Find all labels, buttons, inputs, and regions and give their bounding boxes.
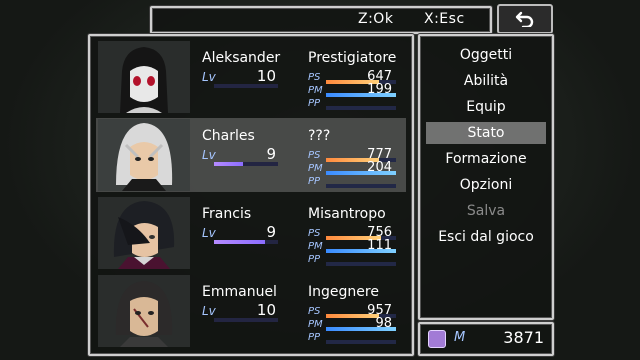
exp-gauge <box>214 84 278 88</box>
mp-gauge: PM 111 <box>308 238 396 255</box>
portrait-francis <box>98 197 190 269</box>
mp-label: PM <box>308 85 323 96</box>
menu-item-options[interactable]: Opzioni <box>426 174 546 196</box>
mp-value: 204 <box>367 160 392 175</box>
menu-item-status[interactable]: Stato <box>426 122 546 144</box>
level-value: 10 <box>256 67 276 85</box>
hp-label: PS <box>308 306 321 317</box>
level-label: Lv <box>202 70 216 84</box>
mp-label: PM <box>308 319 323 330</box>
party-member-emmanuel[interactable]: Emmanuel Lv 10 Ingegnere PS 957 PM 98 PP <box>96 274 406 348</box>
pp-gauge: PP <box>308 176 396 190</box>
level-label: Lv <box>202 304 216 318</box>
mp-value: 98 <box>375 316 392 331</box>
cancel-hint: X:Esc <box>424 11 465 27</box>
exp-gauge <box>214 162 278 166</box>
member-class: Misantropo <box>308 206 386 222</box>
exp-gauge <box>214 240 278 244</box>
level-value: 9 <box>266 223 276 241</box>
portrait-charles <box>98 119 190 191</box>
member-name: Aleksander <box>202 50 281 66</box>
mp-value: 199 <box>367 82 392 97</box>
currency-gem-icon <box>428 330 446 348</box>
pp-label: PP <box>308 98 321 109</box>
gold-window: M 3871 <box>418 322 554 356</box>
menu-item-formation[interactable]: Formazione <box>426 148 546 170</box>
pp-gauge: PP <box>308 254 396 268</box>
pp-label: PP <box>308 254 321 265</box>
mp-gauge: PM 98 <box>308 316 396 333</box>
mp-label: PM <box>308 241 323 252</box>
mp-gauge: PM 204 <box>308 160 396 177</box>
help-window: Z:Ok X:Esc <box>150 6 492 34</box>
menu-item-save: Salva <box>466 203 506 219</box>
party-window: Aleksander Lv 10 Prestigiatore PS 647 PM… <box>88 34 414 356</box>
mp-value: 111 <box>367 238 392 253</box>
pp-gauge: PP <box>308 98 396 112</box>
gold-amount: 3871 <box>503 328 544 347</box>
portrait-aleksander <box>98 41 190 113</box>
level-label: Lv <box>202 148 216 162</box>
menu-item-items[interactable]: Oggetti <box>426 44 546 66</box>
portrait-emmanuel <box>98 275 190 347</box>
party-member-francis[interactable]: Francis Lv 9 Misantropo PS 756 PM 111 PP <box>96 196 406 270</box>
menu-item-equip[interactable]: Equip <box>426 96 546 118</box>
member-name: Francis <box>202 206 252 222</box>
menu-item-quit[interactable]: Esci dal gioco <box>426 226 546 248</box>
level-value: 9 <box>266 145 276 163</box>
hp-label: PS <box>308 72 321 83</box>
confirm-hint: Z:Ok <box>358 11 394 27</box>
member-class: Prestigiatore <box>308 50 397 66</box>
level-value: 10 <box>256 301 276 319</box>
exp-gauge <box>214 318 278 322</box>
mp-label: PM <box>308 163 323 174</box>
pp-label: PP <box>308 176 321 187</box>
party-member-charles[interactable]: Charles Lv 9 ??? PS 777 PM 204 PP <box>96 118 406 192</box>
hp-label: PS <box>308 150 321 161</box>
menu-item-skills[interactable]: Abilità <box>426 70 546 92</box>
currency-unit: M <box>454 330 466 345</box>
party-member-aleksander[interactable]: Aleksander Lv 10 Prestigiatore PS 647 PM… <box>96 40 406 114</box>
return-arrow-icon <box>515 11 534 27</box>
hp-label: PS <box>308 228 321 239</box>
back-button[interactable] <box>497 4 553 34</box>
mp-gauge: PM 199 <box>308 82 396 99</box>
member-class: ??? <box>308 128 331 144</box>
level-label: Lv <box>202 226 216 240</box>
pp-gauge: PP <box>308 332 396 346</box>
command-menu: Oggetti Abilità Equip Stato Formazione O… <box>418 34 554 320</box>
pp-label: PP <box>308 332 321 343</box>
member-name: Charles <box>202 128 255 144</box>
member-class: Ingegnere <box>308 284 379 300</box>
member-name: Emmanuel <box>202 284 277 300</box>
